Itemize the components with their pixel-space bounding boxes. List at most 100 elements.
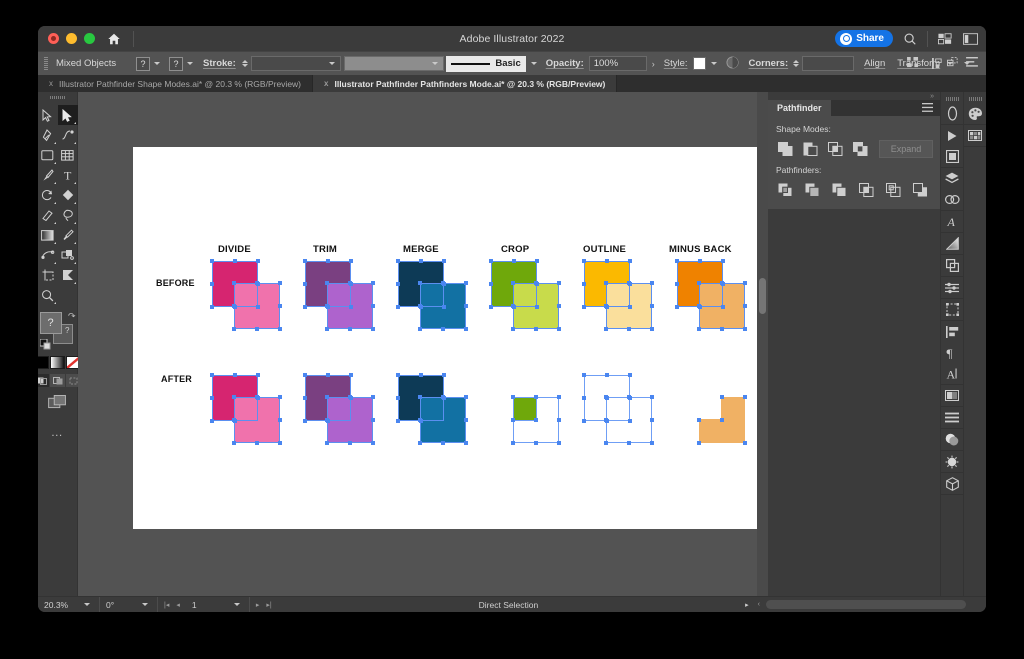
transform-panel-icon[interactable] bbox=[941, 299, 963, 320]
selection-tool[interactable] bbox=[38, 105, 58, 125]
expand-button[interactable]: Expand bbox=[879, 140, 933, 158]
gradient-swatch-button[interactable] bbox=[50, 356, 65, 369]
flip-chevron-down-icon[interactable] bbox=[947, 62, 953, 65]
libraries-panel-icon[interactable] bbox=[941, 125, 963, 146]
control-bar-grip[interactable] bbox=[44, 57, 48, 71]
style-label[interactable]: Style: bbox=[664, 58, 688, 69]
brush-chevron-down-icon[interactable] bbox=[531, 62, 537, 65]
rail-grip-a[interactable] bbox=[946, 97, 959, 101]
color-panel-icon[interactable] bbox=[964, 103, 986, 124]
opacity-mask-icon[interactable] bbox=[726, 56, 739, 72]
swatches-panel-icon[interactable] bbox=[964, 125, 986, 146]
pathfinder-panel-icon[interactable] bbox=[941, 255, 963, 276]
edit-toolbar-icon[interactable]: … bbox=[51, 425, 65, 439]
unite-icon[interactable] bbox=[775, 139, 796, 158]
graphic-style-swatch[interactable] bbox=[693, 57, 706, 70]
color-swatch-button[interactable] bbox=[38, 356, 49, 369]
direct-selection-tool[interactable] bbox=[58, 105, 78, 125]
tools-panel-grip[interactable] bbox=[38, 92, 77, 103]
search-icon[interactable] bbox=[902, 31, 918, 47]
opacity-flyout-icon[interactable]: › bbox=[652, 59, 655, 69]
links-panel-icon[interactable] bbox=[941, 189, 963, 210]
distribute-icon[interactable] bbox=[907, 57, 919, 71]
align-button[interactable]: Align bbox=[864, 58, 885, 69]
blend-tool[interactable] bbox=[38, 245, 58, 265]
corners-stepper[interactable] bbox=[793, 60, 799, 67]
gradient-panel-icon[interactable] bbox=[941, 233, 963, 254]
rotation-chevron-down-icon[interactable] bbox=[136, 597, 158, 613]
status-flyout-icon[interactable]: ▸ bbox=[745, 601, 749, 609]
artboard-tool[interactable] bbox=[38, 265, 58, 285]
artboard-chevron-down-icon[interactable] bbox=[228, 597, 250, 613]
paintbrush-tool[interactable] bbox=[38, 165, 58, 185]
glyphs-panel-icon[interactable]: A bbox=[941, 211, 963, 232]
fill-color-swatch[interactable]: ? bbox=[136, 57, 150, 71]
corners-field[interactable] bbox=[802, 56, 854, 71]
canvas-vertical-scroll-thumb[interactable] bbox=[759, 278, 766, 314]
layers-panel-icon[interactable] bbox=[941, 168, 963, 189]
panel-collapse-icon[interactable]: » bbox=[768, 92, 940, 100]
first-artboard-icon[interactable]: |◂ bbox=[164, 601, 169, 609]
artboard-number-field[interactable]: 1 bbox=[186, 597, 228, 613]
close-window-button[interactable] bbox=[48, 33, 59, 44]
align-panel-icon[interactable] bbox=[941, 321, 963, 342]
stroke-weight-field[interactable] bbox=[251, 56, 341, 71]
maximize-window-button[interactable] bbox=[84, 33, 95, 44]
stroke-weight-chevron-down-icon[interactable] bbox=[329, 62, 335, 65]
next-artboard-icon[interactable]: ▸ bbox=[256, 601, 260, 609]
stroke-panel-icon[interactable] bbox=[941, 407, 963, 428]
previous-artboard-icon[interactable]: ◂ bbox=[176, 601, 180, 609]
transparency-panel-icon[interactable] bbox=[941, 277, 963, 298]
grid-tool[interactable] bbox=[58, 145, 78, 165]
stroke-color-swatch[interactable]: ? bbox=[169, 57, 183, 71]
current-tool-label[interactable]: Direct Selection bbox=[278, 597, 739, 613]
stroke-label[interactable]: Stroke: bbox=[203, 58, 236, 69]
last-artboard-icon[interactable]: ▸| bbox=[266, 601, 271, 609]
scale-tool[interactable] bbox=[58, 185, 78, 205]
stroke-profile-chevron-down-icon[interactable] bbox=[432, 62, 438, 65]
panel-menu-icon[interactable] bbox=[922, 99, 933, 117]
minus-back-icon[interactable] bbox=[910, 180, 931, 199]
artboards-panel-icon[interactable] bbox=[941, 146, 963, 167]
outline-icon[interactable] bbox=[883, 180, 904, 199]
draw-normal-button[interactable] bbox=[38, 374, 49, 387]
trim-icon[interactable] bbox=[802, 180, 823, 199]
brushes-panel-icon[interactable] bbox=[941, 451, 963, 472]
crop-icon[interactable] bbox=[856, 180, 877, 199]
symbols-panel-icon[interactable] bbox=[941, 429, 963, 450]
stroke-profile-field[interactable] bbox=[344, 56, 444, 71]
lasso-tool[interactable] bbox=[58, 205, 78, 225]
zoom-tool[interactable] bbox=[38, 285, 58, 305]
intersect-icon[interactable] bbox=[825, 139, 846, 158]
appearance-panel-icon[interactable] bbox=[941, 385, 963, 406]
artboard[interactable]: BEFORE AFTER DIVIDE TRIM MERGE CROP OUTL… bbox=[133, 147, 768, 529]
style-chevron-down-icon[interactable] bbox=[711, 62, 717, 65]
rectangle-tool[interactable] bbox=[38, 145, 58, 165]
fill-indicator[interactable]: ? bbox=[40, 312, 62, 334]
curvature-tool[interactable] bbox=[58, 125, 78, 145]
divide-icon[interactable] bbox=[775, 180, 796, 199]
arrange-documents-icon[interactable] bbox=[937, 31, 953, 47]
pen-tool[interactable] bbox=[38, 125, 58, 145]
3d-panel-icon[interactable] bbox=[941, 473, 963, 494]
close-icon[interactable]: x bbox=[324, 79, 328, 88]
document-tab-1[interactable]: x Illustrator Pathfinder Shape Modes.ai*… bbox=[38, 75, 313, 92]
exclude-icon[interactable] bbox=[850, 139, 871, 158]
character-panel-icon[interactable]: A bbox=[941, 363, 963, 384]
rotate-tool[interactable] bbox=[38, 185, 58, 205]
horizontal-scrollbar[interactable] bbox=[766, 600, 966, 609]
zoom-chevron-down-icon[interactable] bbox=[78, 597, 100, 613]
symbol-sprayer-tool[interactable] bbox=[58, 245, 78, 265]
rotation-field[interactable]: 0° bbox=[100, 597, 136, 613]
minimize-window-button[interactable] bbox=[66, 33, 77, 44]
fill-chevron-down-icon[interactable] bbox=[154, 62, 160, 65]
stroke-weight-stepper[interactable] bbox=[242, 60, 248, 67]
swap-fill-stroke-icon[interactable]: ↷ bbox=[68, 311, 76, 322]
default-fill-stroke-icon[interactable] bbox=[40, 337, 51, 348]
merge-icon[interactable] bbox=[829, 180, 850, 199]
close-icon[interactable]: x bbox=[49, 79, 53, 88]
type-tool[interactable]: T bbox=[58, 165, 78, 185]
document-tab-2[interactable]: x Illustrator Pathfinder Pathfinders Mod… bbox=[313, 75, 617, 92]
status-resize-icon[interactable]: ‹ bbox=[758, 601, 760, 608]
properties-panel-icon[interactable] bbox=[941, 103, 963, 124]
